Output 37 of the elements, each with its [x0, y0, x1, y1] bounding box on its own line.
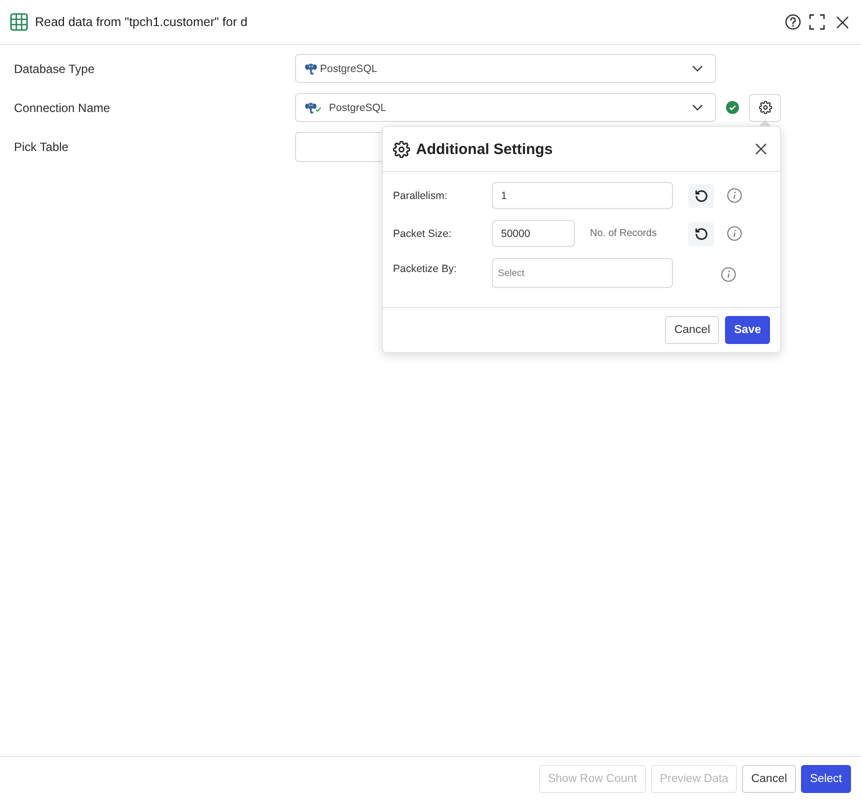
settings-button[interactable] — [749, 94, 781, 122]
footer-button[interactable]: Cancel — [742, 765, 796, 793]
field-label: Database Type — [14, 62, 96, 76]
table-icon — [10, 13, 28, 31]
info-icon[interactable] — [727, 188, 742, 203]
popover-button[interactable]: Cancel — [665, 316, 720, 344]
dropdown-field[interactable]: PostgreSQL — [295, 93, 716, 122]
fullscreen-icon[interactable] — [809, 14, 825, 30]
setting-label: Packetize By: — [393, 262, 458, 275]
reset-icon — [694, 189, 708, 202]
close-icon[interactable] — [755, 143, 767, 155]
unit-label: No. of Records — [590, 228, 657, 239]
popover-button[interactable]: Save — [725, 316, 770, 344]
info-icon[interactable] — [727, 226, 742, 241]
select-field[interactable]: Select — [492, 258, 673, 288]
input-field[interactable]: 1 — [492, 182, 673, 209]
chevron-down-icon — [692, 104, 703, 111]
chevron-down-icon — [692, 65, 703, 72]
reset-button[interactable] — [688, 184, 714, 208]
field-label: Pick Table — [14, 140, 70, 154]
settings-icon — [758, 101, 772, 114]
input-field[interactable]: 50000 — [492, 220, 575, 247]
field-label: Connection Name — [14, 100, 112, 114]
footer-button[interactable]: Select — [801, 765, 851, 793]
settings-icon — [393, 140, 410, 158]
elephant-check-icon — [305, 102, 321, 114]
info-icon[interactable] — [721, 267, 736, 282]
dropdown-field[interactable]: PostgreSQL — [295, 54, 716, 83]
window-title: Read data from "tpch1.customer" for d — [35, 15, 248, 29]
close-icon[interactable] — [836, 16, 849, 28]
setting-label: Packet Size: — [393, 228, 452, 240]
elephant-icon — [305, 62, 317, 74]
help-icon[interactable] — [785, 14, 801, 30]
popover-title: Additional Settings — [416, 140, 553, 158]
setting-label: Parallelism: — [393, 190, 448, 202]
reset-icon — [694, 227, 708, 240]
reset-button[interactable] — [688, 222, 714, 246]
